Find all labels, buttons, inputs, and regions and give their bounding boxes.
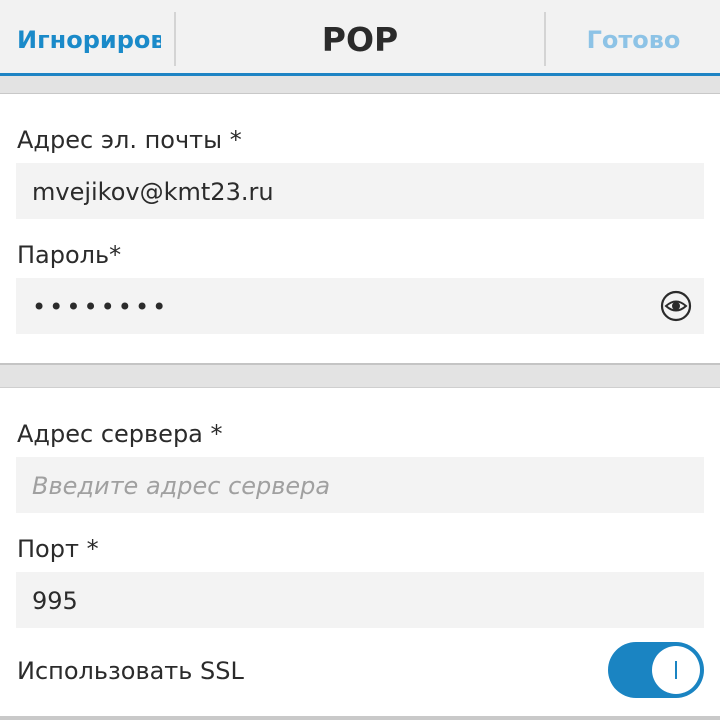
- password-field[interactable]: ••••••••: [16, 278, 704, 334]
- page-title: POP: [321, 20, 399, 59]
- ssl-toggle[interactable]: [608, 642, 704, 698]
- title-bar: Игнориров POP Готово: [0, 0, 720, 76]
- bottom-divider: [0, 716, 720, 720]
- port-field[interactable]: 995: [16, 572, 704, 628]
- title-divider-right: [544, 12, 546, 66]
- done-button[interactable]: Готово: [547, 0, 720, 76]
- server-address-field[interactable]: Введите адрес сервера: [16, 457, 704, 513]
- password-value: ••••••••: [32, 293, 170, 321]
- ssl-label: Использовать SSL: [17, 657, 244, 685]
- email-label: Адрес эл. почты *: [17, 126, 242, 154]
- ignore-button[interactable]: Игнориров: [17, 0, 161, 76]
- toggle-on-icon: [675, 661, 677, 679]
- eye-icon[interactable]: [660, 290, 692, 322]
- section-separator-top: [0, 76, 720, 94]
- toggle-knob: [652, 646, 700, 694]
- email-field[interactable]: mvejikov@kmt23.ru: [16, 163, 704, 219]
- port-label: Порт *: [17, 535, 99, 563]
- password-label: Пароль*: [17, 241, 122, 269]
- section-separator-middle: [0, 363, 720, 388]
- server-address-label: Адрес сервера *: [17, 420, 223, 448]
